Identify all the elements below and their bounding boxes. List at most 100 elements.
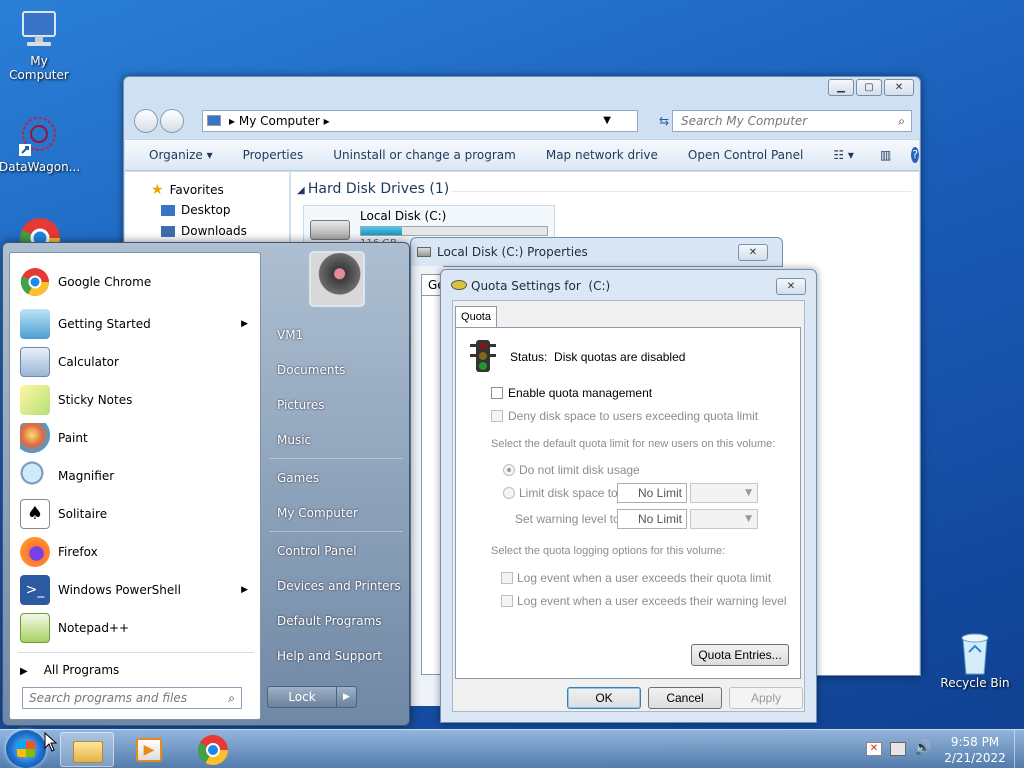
apply-button[interactable]: Apply (729, 687, 803, 709)
log-warning-label[interactable]: Log event when a user exceeds their warn… (517, 594, 787, 608)
section-divider (451, 191, 911, 192)
start-menu-divider (18, 652, 254, 653)
network-icon[interactable] (890, 742, 906, 756)
logging-heading: Select the quota logging options for thi… (491, 545, 726, 557)
desktop-icon-label: Recycle Bin (940, 676, 1010, 690)
desktop-icon-label: DataWagon... (0, 160, 81, 174)
help-icon[interactable]: ? (911, 147, 919, 163)
program-solitaire[interactable]: ♠ Solitaire (14, 497, 258, 531)
uninstall-button[interactable]: Uninstall or change a program (333, 148, 516, 162)
section-header[interactable]: ◢ Hard Disk Drives (1) (297, 181, 449, 197)
preview-pane-icon[interactable]: ▥ (880, 148, 891, 162)
chrome-desktop-icon[interactable] (18, 216, 62, 244)
quota-settings-dialog: Quota Settings for (C:) ✕ Quota Status: … (440, 269, 817, 723)
drive-small-icon (417, 247, 431, 257)
limit-disk-radio[interactable] (503, 487, 515, 499)
program-magnifier[interactable]: Magnifier (14, 459, 258, 493)
program-powershell[interactable]: >_ Windows PowerShell ▶ (14, 573, 258, 607)
folder-icon (73, 741, 103, 763)
desktop-icon-label: My Computer (9, 54, 69, 82)
desktop-icon-recycle-bin[interactable]: Recycle Bin (935, 630, 1015, 690)
drive-usage-bar (360, 226, 548, 236)
paint-icon (20, 423, 50, 453)
nav-desktop[interactable]: Desktop (161, 203, 231, 217)
clock[interactable]: 9:58 PM 2/21/2022 (940, 734, 1010, 766)
action-center-icon[interactable]: ✕ (866, 742, 882, 756)
deny-space-label[interactable]: Deny disk space to users exceeding quota… (508, 409, 758, 423)
music-link[interactable]: Music (277, 433, 311, 447)
no-limit-label[interactable]: Do not limit disk usage (519, 463, 640, 477)
no-limit-radio[interactable] (503, 464, 515, 476)
taskbar-media-player[interactable]: ▶ (122, 732, 176, 767)
start-button[interactable] (6, 730, 46, 768)
minimize-button[interactable]: ▁ (828, 79, 854, 96)
program-firefox[interactable]: Firefox (14, 535, 258, 569)
media-player-icon: ▶ (136, 738, 162, 762)
ok-button[interactable]: OK (567, 687, 641, 709)
organize-button[interactable]: Organize ▾ (149, 148, 213, 162)
warning-unit-select[interactable]: ▼ (690, 509, 758, 529)
view-options-icon[interactable]: ☷ ▾ (833, 148, 854, 162)
pictures-link[interactable]: Pictures (277, 398, 325, 412)
enable-quota-label[interactable]: Enable quota management (508, 386, 652, 400)
limit-value-input[interactable]: No Limit (617, 483, 687, 503)
all-programs-button[interactable]: ▶ All Programs (20, 659, 256, 681)
lock-button[interactable]: Lock ▶ (267, 686, 357, 708)
datawagon-icon (17, 114, 61, 158)
default-programs-link[interactable]: Default Programs (277, 614, 382, 628)
address-bar[interactable]: ▸ My Computer ▸ ▼ ⇆ (202, 110, 669, 132)
games-link[interactable]: Games (277, 471, 319, 485)
limit-disk-label[interactable]: Limit disk space to (519, 486, 618, 500)
tab-quota[interactable]: Quota (455, 306, 497, 328)
close-button[interactable]: ✕ (884, 79, 914, 96)
volume-icon[interactable]: 🔊 (914, 740, 931, 756)
log-limit-checkbox[interactable] (501, 572, 513, 584)
log-limit-label[interactable]: Log event when a user exceeds their quot… (517, 571, 771, 585)
breadcrumb[interactable]: My Computer (239, 114, 320, 128)
quota-tab-page: Status: Disk quotas are disabled Enable … (455, 327, 801, 679)
taskbar-explorer[interactable] (60, 732, 114, 767)
mouse-cursor-icon (44, 732, 58, 752)
dropdown-arrow-icon[interactable]: ▼ (603, 111, 611, 131)
program-sticky-notes[interactable]: Sticky Notes (14, 383, 258, 417)
log-warning-checkbox[interactable] (501, 595, 513, 607)
forward-button[interactable] (160, 109, 184, 133)
quota-entries-button[interactable]: Quota Entries... (691, 644, 789, 666)
desktop-icon-datawagon[interactable]: DataWagon... (0, 114, 81, 174)
start-search-input[interactable]: Search programs and files ⌕ (22, 687, 242, 709)
all-programs-arrow-icon: ▶ (20, 666, 28, 677)
maximize-button[interactable]: ▢ (856, 79, 882, 96)
my-computer-link[interactable]: My Computer (277, 506, 358, 520)
getting-started-icon (20, 309, 50, 339)
program-calculator[interactable]: Calculator (14, 345, 258, 379)
program-chrome[interactable]: Google Chrome (14, 265, 258, 299)
cancel-button[interactable]: Cancel (648, 687, 722, 709)
command-bar: Organize ▾ Properties Uninstall or chang… (125, 139, 919, 171)
help-support-link[interactable]: Help and Support (277, 649, 382, 663)
user-name-link[interactable]: VM1 (277, 328, 303, 342)
program-notepad-plus-plus[interactable]: Notepad++ (14, 611, 258, 645)
map-network-drive-button[interactable]: Map network drive (546, 148, 658, 162)
program-getting-started[interactable]: Getting Started ▶ (14, 307, 258, 341)
devices-printers-link[interactable]: Devices and Printers (277, 579, 401, 593)
desktop-icon-my-computer[interactable]: My Computer (0, 8, 79, 82)
documents-link[interactable]: Documents (277, 363, 345, 377)
properties-button[interactable]: Properties (243, 148, 304, 162)
deny-space-checkbox[interactable] (491, 410, 503, 422)
quota-close-button[interactable]: ✕ (776, 278, 806, 295)
program-paint[interactable]: Paint (14, 421, 258, 455)
user-picture[interactable] (309, 251, 365, 307)
taskbar-chrome[interactable] (186, 732, 240, 767)
search-input[interactable]: Search My Computer ⌕ (672, 110, 912, 132)
control-panel-link[interactable]: Control Panel (277, 544, 357, 558)
nav-favorites[interactable]: ★ Favorites (151, 182, 224, 198)
nav-downloads[interactable]: Downloads (161, 224, 247, 238)
properties-close-button[interactable]: ✕ (738, 244, 768, 261)
enable-quota-checkbox[interactable] (491, 387, 503, 399)
warning-value-input[interactable]: No Limit (617, 509, 687, 529)
show-desktop-button[interactable] (1014, 730, 1024, 768)
shutdown-options-arrow-icon[interactable]: ▶ (336, 687, 356, 707)
open-control-panel-button[interactable]: Open Control Panel (688, 148, 803, 162)
back-button[interactable] (134, 109, 158, 133)
limit-unit-select[interactable]: ▼ (690, 483, 758, 503)
